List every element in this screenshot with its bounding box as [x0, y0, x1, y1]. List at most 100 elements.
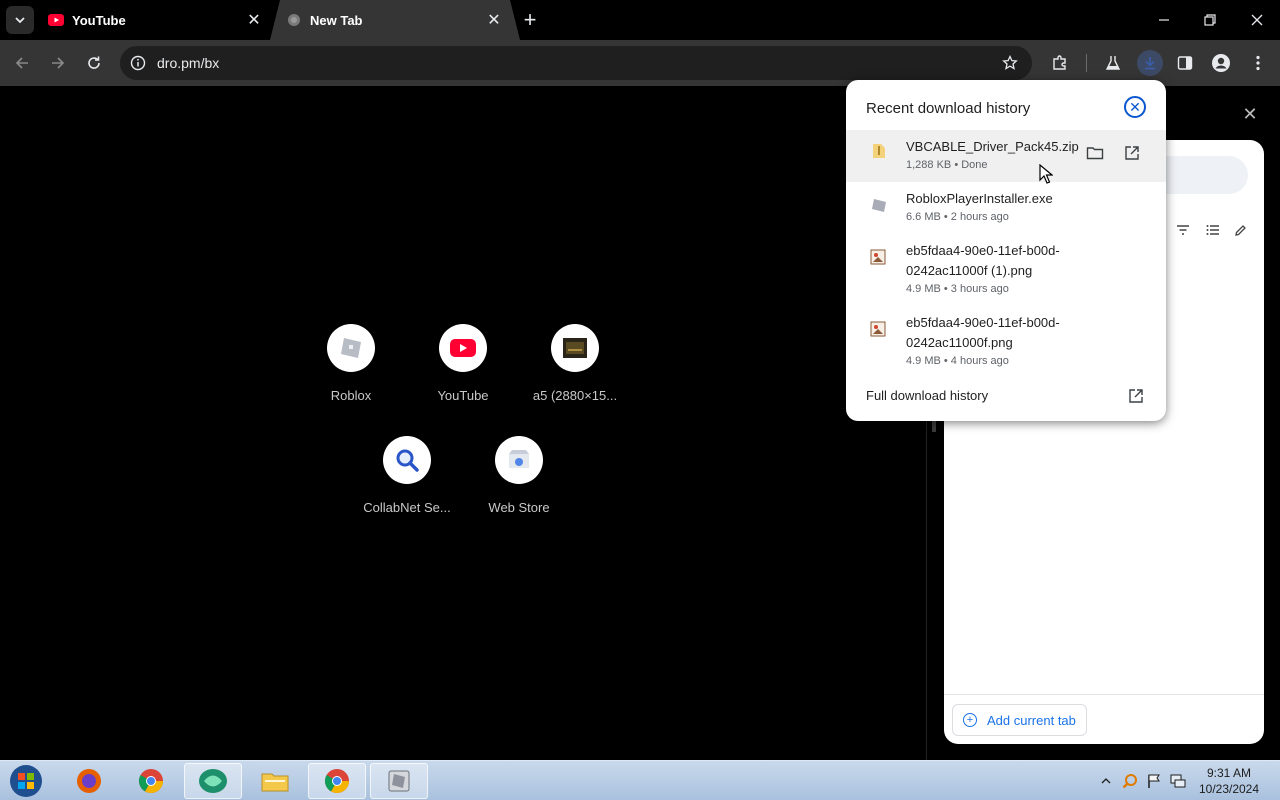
- download-filename: VBCABLE_Driver_Pack45.zip: [906, 139, 1079, 154]
- profile-avatar-icon: [1212, 54, 1230, 72]
- chrome-icon: [138, 769, 163, 794]
- labs-button[interactable]: [1100, 50, 1126, 76]
- youtube-favicon-icon: [48, 12, 64, 28]
- download-item[interactable]: eb5fdaa4-90e0-11ef-b00d-0242ac11000f (1)…: [846, 234, 1166, 306]
- tab-youtube[interactable]: YouTube ✕: [38, 0, 270, 40]
- download-filename: eb5fdaa4-90e0-11ef-b00d-0242ac11000f (1)…: [906, 243, 1060, 278]
- full-download-history-link[interactable]: Full download history: [866, 388, 988, 403]
- list-view-icon[interactable]: [1206, 224, 1220, 239]
- shortcut-label: Web Store: [488, 500, 550, 515]
- close-circle-icon[interactable]: ✕: [1124, 96, 1146, 118]
- app-taskbar-button[interactable]: [184, 763, 242, 799]
- close-icon: [1251, 14, 1263, 26]
- download-meta: 6.6 MB • 2 hours ago: [906, 211, 1009, 223]
- downloads-button[interactable]: [1137, 50, 1163, 76]
- reload-icon: [88, 56, 100, 69]
- download-item[interactable]: VBCABLE_Driver_Pack45.zip 1,288 KB • Don…: [846, 130, 1166, 182]
- folder-icon: [261, 773, 289, 792]
- minimize-button[interactable]: [1150, 6, 1178, 34]
- reload-button[interactable]: [80, 49, 108, 77]
- close-window-button[interactable]: [1243, 6, 1271, 34]
- download-meta: 4.9 MB • 3 hours ago: [906, 283, 1009, 295]
- start-button[interactable]: [6, 762, 46, 800]
- firefox-taskbar-button[interactable]: [60, 763, 118, 799]
- action-center-flag-icon[interactable]: [1146, 773, 1162, 789]
- filter-icon[interactable]: [1176, 224, 1190, 239]
- close-tab-icon[interactable]: ✕: [484, 10, 504, 30]
- web-store-icon: [495, 436, 543, 484]
- tab-search-button[interactable]: [6, 6, 34, 34]
- show-hidden-icons-icon[interactable]: [1098, 773, 1114, 789]
- image-file-icon: [870, 248, 888, 266]
- arrow-right-icon: [52, 57, 65, 69]
- network-icon[interactable]: [1170, 773, 1186, 789]
- shortcut-label: CollabNet Se...: [363, 500, 451, 515]
- address-bar[interactable]: dro.pm/bx: [120, 46, 1032, 80]
- minimize-icon: [1159, 19, 1169, 21]
- side-panel-resize-handle[interactable]: [932, 420, 936, 434]
- shortcut-label: a5 (2880×15...: [532, 388, 618, 403]
- download-icon: [1145, 57, 1155, 70]
- shortcut-label: YouTube: [437, 388, 489, 403]
- mouse-cursor-icon: [1039, 163, 1054, 184]
- downloads-title: Recent download history: [866, 100, 1031, 117]
- search-tray-icon[interactable]: [1122, 773, 1138, 789]
- forward-button[interactable]: [44, 49, 72, 77]
- bookmark-star-icon[interactable]: [1000, 53, 1020, 73]
- menu-button[interactable]: [1245, 50, 1271, 76]
- tab-title: YouTube: [72, 12, 126, 28]
- open-external-icon[interactable]: [1126, 386, 1146, 406]
- youtube-icon: [439, 324, 487, 372]
- download-item[interactable]: eb5fdaa4-90e0-11ef-b00d-0242ac11000f.png…: [846, 306, 1166, 378]
- open-external-icon[interactable]: [1121, 142, 1143, 164]
- image-file-icon: [870, 320, 888, 338]
- toolbar-separator: [1086, 54, 1087, 72]
- green-app-icon: [199, 769, 227, 793]
- tab-title: New Tab: [310, 12, 363, 28]
- extensions-button[interactable]: [1047, 50, 1073, 76]
- zip-file-icon: [870, 142, 888, 160]
- clock-time: 9:31 AM: [1206, 766, 1252, 780]
- chrome-active-taskbar-button[interactable]: [308, 763, 366, 799]
- installer-taskbar-button[interactable]: [370, 763, 428, 799]
- downloads-bubble: Recent download history ✕ VBCABLE_Driver…: [846, 80, 1166, 421]
- profile-button[interactable]: [1208, 50, 1234, 76]
- side-panel-close-icon[interactable]: ✕: [1240, 104, 1260, 124]
- shortcut-collabnet[interactable]: CollabNet Se...: [351, 436, 463, 515]
- side-panel-icon: [1177, 56, 1193, 70]
- new-tab-button[interactable]: +: [518, 7, 542, 32]
- system-clock[interactable]: 9:31 AM 10/23/2024: [1196, 765, 1262, 797]
- clock-date: 10/23/2024: [1198, 782, 1260, 796]
- arrow-left-icon: [15, 57, 28, 69]
- chrome-icon: [324, 769, 349, 794]
- back-button[interactable]: [8, 49, 36, 77]
- flask-icon: [1105, 56, 1121, 70]
- close-tab-icon[interactable]: ✕: [244, 10, 264, 30]
- shortcut-web-store[interactable]: Web Store: [463, 436, 575, 515]
- side-panel-button[interactable]: [1172, 50, 1198, 76]
- installer-icon: [388, 770, 410, 792]
- shortcut-a5-image[interactable]: a5 (2880×15...: [519, 324, 631, 403]
- restore-button[interactable]: [1196, 6, 1224, 34]
- site-info-icon[interactable]: [128, 53, 148, 73]
- add-current-tab-label: Add current tab: [987, 712, 1076, 728]
- add-current-tab-button[interactable]: + Add current tab: [952, 704, 1087, 736]
- shortcut-youtube[interactable]: YouTube: [407, 324, 519, 403]
- download-filename: RobloxPlayerInstaller.exe: [906, 191, 1053, 206]
- download-filename: eb5fdaa4-90e0-11ef-b00d-0242ac11000f.png: [906, 315, 1060, 350]
- windows-logo-icon: [10, 765, 42, 797]
- download-item[interactable]: RobloxPlayerInstaller.exe 6.6 MB • 2 hou…: [846, 182, 1166, 234]
- file-explorer-taskbar-button[interactable]: [246, 763, 304, 799]
- puzzle-icon: [1053, 55, 1066, 70]
- roblox-icon: [327, 324, 375, 372]
- edit-pencil-icon[interactable]: [1234, 224, 1247, 240]
- image-thumbnail-icon: [551, 324, 599, 372]
- show-in-folder-icon[interactable]: [1084, 142, 1106, 164]
- roblox-file-icon: [870, 196, 888, 214]
- tab-new-tab[interactable]: New Tab ✕: [270, 0, 520, 40]
- download-meta: 4.9 MB • 4 hours ago: [906, 355, 1009, 367]
- url-text: dro.pm/bx: [157, 55, 220, 71]
- shortcut-roblox[interactable]: Roblox: [295, 324, 407, 403]
- new-tab-page: Roblox YouTube a5 (2880×15... CollabNet …: [0, 86, 926, 760]
- chrome-taskbar-button[interactable]: [122, 763, 180, 799]
